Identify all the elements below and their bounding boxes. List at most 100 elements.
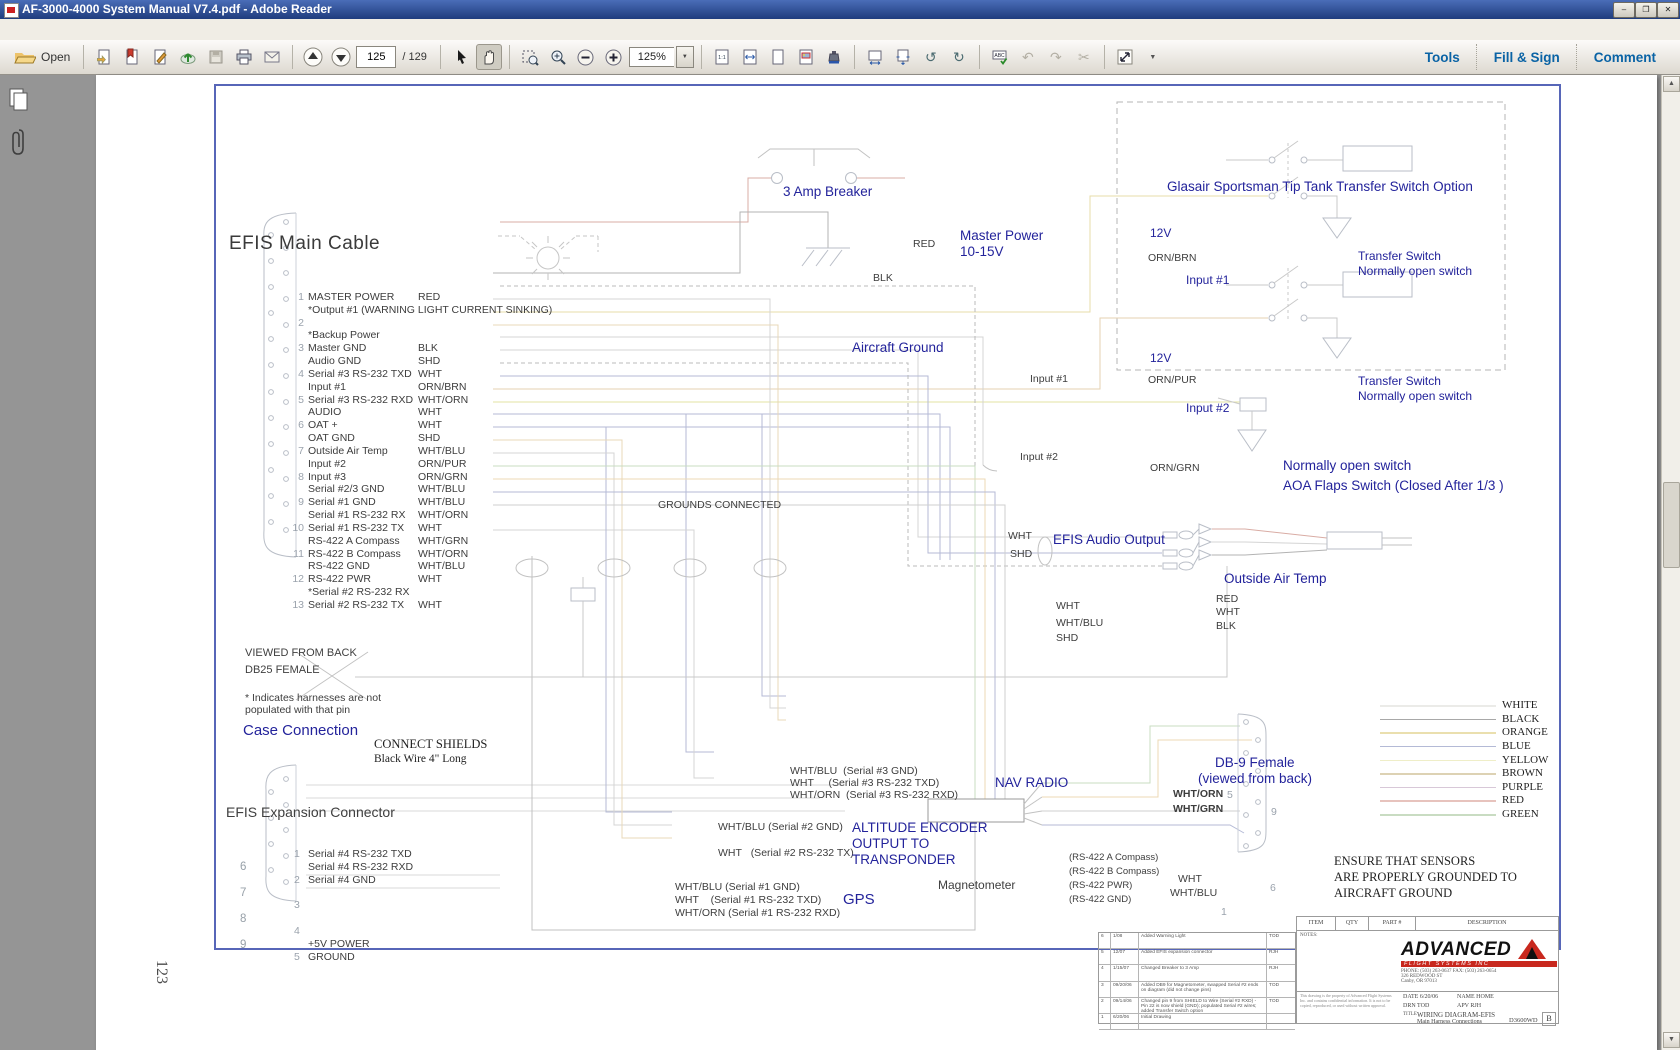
two-page-button[interactable] xyxy=(890,44,916,70)
fit-page-button[interactable] xyxy=(765,44,791,70)
comment-button[interactable]: Comment xyxy=(1578,50,1672,65)
company-logo: ADVANCED FLIGHT SYSTEMS INC PHONE: (503)… xyxy=(1401,937,1557,984)
rev-number: 6 xyxy=(1099,933,1111,948)
scroll-down-button[interactable]: ▼ xyxy=(1663,1032,1680,1048)
oat-right-wht: WHT xyxy=(1216,606,1240,618)
pin-number: 1 xyxy=(290,291,304,303)
s2-tx: WHT (Serial #2 RS-232 TX) xyxy=(718,847,854,859)
tools-button[interactable]: Tools xyxy=(1409,50,1476,65)
print-button[interactable] xyxy=(231,44,257,70)
menu-item[interactable] xyxy=(0,26,16,32)
pdf-app-icon xyxy=(4,3,19,18)
rev-date: 1/08 xyxy=(1111,933,1139,948)
select-tool-button[interactable] xyxy=(448,44,474,70)
dynamic-zoom-button[interactable] xyxy=(545,44,571,70)
back-pin-number xyxy=(224,536,252,562)
db25-pin-row: 12 RS-422 PWR WHT xyxy=(292,573,722,586)
email-button[interactable] xyxy=(259,44,285,70)
zoom-level-field[interactable]: 125% xyxy=(629,47,674,67)
zoom-in-button[interactable] xyxy=(601,44,627,70)
wire-color-name: GREEN xyxy=(1502,808,1539,820)
maximize-button[interactable]: ❐ xyxy=(1635,2,1657,18)
sign-page-button[interactable] xyxy=(147,44,173,70)
page-total-label: / 129 xyxy=(402,51,426,63)
logo-text: ADVANCED xyxy=(1401,939,1511,960)
pin-label: Serial #1 GND xyxy=(308,496,376,508)
toolbar-overflow-button[interactable]: ▼ xyxy=(1140,44,1166,70)
menu-item[interactable] xyxy=(16,26,32,32)
title-block: ITEM QTY PART # DESCRIPTION NOTES: ADVAN… xyxy=(1296,916,1559,1024)
scrollbar-thumb[interactable] xyxy=(1663,482,1680,568)
audio-shd: SHD xyxy=(1010,548,1032,560)
s1-rxd: WHT/ORN (Serial #1 RS-232 RXD) xyxy=(675,907,840,919)
rotate-cw-button[interactable]: ↻ xyxy=(946,44,972,70)
hand-tool-button[interactable] xyxy=(476,44,502,70)
zoom-out-button[interactable] xyxy=(573,44,599,70)
save-copy-button[interactable] xyxy=(91,44,117,70)
db25-pin-row: Input #1 ORN/BRN xyxy=(292,381,722,394)
previous-page-button[interactable] xyxy=(300,44,326,70)
s1-txd: WHT (Serial #1 RS-232 TXD) xyxy=(675,894,821,906)
fit-visible-button[interactable] xyxy=(793,44,819,70)
title-bar[interactable]: AF-3000-4000 System Manual V7.4.pdf - Ad… xyxy=(0,0,1680,19)
save-button[interactable] xyxy=(203,44,229,70)
magnifier-icon xyxy=(549,48,567,66)
page-vscroll-icon xyxy=(894,48,912,66)
task-pane-buttons: Tools Fill & Sign Comment xyxy=(1409,40,1672,74)
rotate-ccw-button[interactable]: ↺ xyxy=(918,44,944,70)
ink-button[interactable] xyxy=(821,44,847,70)
actual-size-button[interactable]: 1:1 xyxy=(709,44,735,70)
vertical-scrollbar[interactable]: ▲ ▼ xyxy=(1661,75,1680,1050)
fill-sign-button[interactable]: Fill & Sign xyxy=(1478,50,1576,65)
back-pin-number xyxy=(224,379,252,405)
pin-label: Serial #1 RS-232 TX xyxy=(308,522,404,534)
sw1-wire: ORN/BRN xyxy=(1148,252,1196,264)
oat-left-whtblu: WHT/BLU xyxy=(1056,617,1103,629)
db25-pin-row: *Output #1 (WARNING LIGHT CURRENT SINKIN… xyxy=(292,304,722,317)
signal-name: (Serial #3 RS-232 RXD) xyxy=(846,789,958,801)
signal-name: (Serial #3 GND) xyxy=(843,765,918,777)
revision-row: 5 12/07 Added EFIS expansion connector R… xyxy=(1099,949,1295,965)
next-page-button[interactable] xyxy=(328,44,354,70)
menu-item[interactable] xyxy=(32,26,48,32)
open-button[interactable]: Open xyxy=(8,47,76,67)
signal-name: (Serial #3 RS-232 TXD) xyxy=(829,777,940,789)
rev-description: Added Warning Light xyxy=(1139,933,1267,948)
wire-color: WHT/GRN xyxy=(418,535,468,547)
cut-button[interactable]: ✂ xyxy=(1071,44,1097,70)
close-button[interactable]: ✕ xyxy=(1657,2,1679,18)
menu-item[interactable] xyxy=(48,26,64,32)
pin-number: 13 xyxy=(290,599,304,611)
share-upload-button[interactable] xyxy=(175,44,201,70)
fullscreen-button[interactable] xyxy=(1112,44,1138,70)
viewed-from-back-label: VIEWED FROM BACK xyxy=(245,647,357,659)
page-number-input[interactable] xyxy=(356,46,396,68)
pages-icon xyxy=(7,87,31,113)
abc-check-icon: ABC xyxy=(991,48,1009,66)
undo-button[interactable]: ↶ xyxy=(1015,44,1041,70)
scroll-up-button[interactable]: ▲ xyxy=(1663,76,1680,92)
pin-label: OAT GND xyxy=(308,432,355,444)
ensure-line2: ARE PROPERLY GROUNDED TO xyxy=(1334,870,1517,885)
wire-color: WHT/BLU xyxy=(418,483,465,495)
attachments-button[interactable] xyxy=(7,127,29,151)
pin-number: 8 xyxy=(290,471,304,483)
scroll-mode-button[interactable] xyxy=(862,44,888,70)
wire-color-line xyxy=(1380,773,1496,775)
minimize-button[interactable]: – xyxy=(1613,2,1635,18)
spellcheck-button[interactable]: ABC xyxy=(987,44,1013,70)
db9-wht-grn: WHT/GRN xyxy=(1173,803,1223,815)
page-thumbnails-button[interactable] xyxy=(7,87,29,111)
marquee-zoom-button[interactable] xyxy=(517,44,543,70)
bookmark-page-button[interactable] xyxy=(119,44,145,70)
redo-button[interactable]: ↷ xyxy=(1043,44,1069,70)
fit-width-button[interactable] xyxy=(737,44,763,70)
db9-pin1: 1 xyxy=(1221,906,1227,918)
zoom-dropdown-button[interactable]: ▼ xyxy=(676,46,694,68)
pin-number: 6 xyxy=(290,419,304,431)
wire-color: WHT/ORN xyxy=(790,789,840,801)
grounds-connected-label: GROUNDS CONNECTED xyxy=(658,499,781,511)
pin-number: 12 xyxy=(290,573,304,585)
menu-item[interactable] xyxy=(64,26,80,32)
wire-color: WHT xyxy=(418,522,442,534)
